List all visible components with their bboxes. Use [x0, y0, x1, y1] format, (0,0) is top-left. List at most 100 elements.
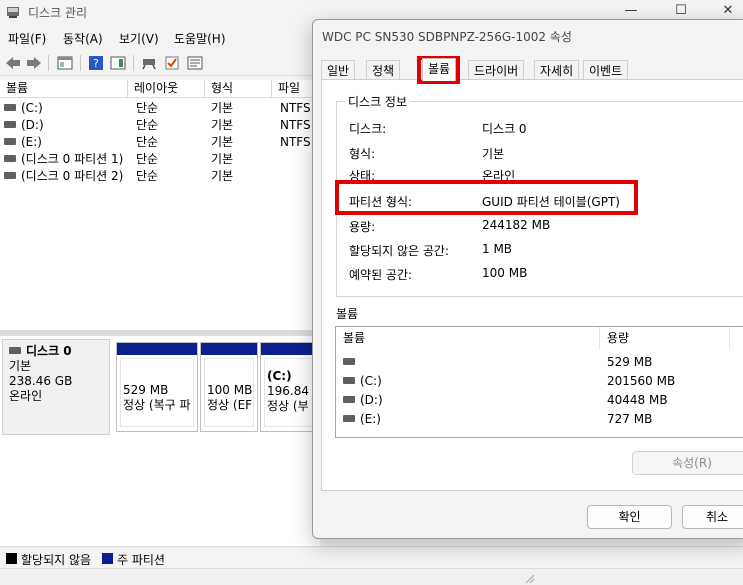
tab-details[interactable]: 자세히 — [534, 60, 580, 80]
column-header-capacity[interactable]: 용량 — [600, 327, 730, 349]
partition-efi[interactable]: 100 MB 정상 (EF — [200, 342, 258, 432]
drive-icon — [343, 396, 355, 403]
drive-icon — [343, 377, 355, 384]
volume-layout: 단순 — [136, 169, 159, 183]
tab-general[interactable]: 일반 — [321, 60, 356, 80]
properties-button[interactable]: 속성(R) — [632, 451, 743, 475]
volume-name: (C:) — [360, 374, 382, 388]
back-arrow-icon[interactable] — [4, 54, 22, 72]
disk-name: 디스크 0 — [26, 344, 72, 358]
info-label-unallocated: 할당되지 않은 공간: — [349, 244, 449, 258]
info-value-reserved: 100 MB — [482, 266, 528, 280]
ok-button[interactable]: 확인 — [587, 505, 672, 529]
volume-name: (D:) — [21, 118, 44, 132]
volume-name: (디스크 0 파티션 2) — [21, 169, 124, 183]
column-header-volume[interactable]: 볼륨 — [0, 80, 128, 98]
disk-graphical-view: 디스크 0 기본 238.46 GB 온라인 529 MB 정상 (복구 파 1… — [0, 336, 322, 546]
help-icon[interactable]: ? — [87, 54, 105, 72]
properties-list-icon[interactable] — [186, 54, 204, 72]
status-bar — [0, 568, 743, 585]
volumes-table[interactable]: 볼륨 용량 529 MB (C:) 201560 MB (D:) 40448 M… — [335, 326, 743, 438]
partition-status: 정상 (복구 파 — [123, 398, 191, 412]
tab-volumes[interactable]: 볼륨 — [422, 58, 457, 81]
volume-layout: 단순 — [136, 101, 159, 115]
volume-type: 기본 — [211, 169, 234, 183]
partition-recovery[interactable]: 529 MB 정상 (복구 파 — [116, 342, 198, 432]
menu-help[interactable]: 도움말(H) — [174, 30, 226, 47]
column-header-layout[interactable]: 레이아웃 — [128, 80, 205, 98]
legend-unallocated: 할당되지 않음 — [21, 553, 92, 567]
disk-icon — [9, 347, 21, 354]
menu-view[interactable]: 보기(V) — [119, 30, 159, 47]
tab-events[interactable]: 이벤트 — [583, 60, 629, 80]
legend-bar: 할당되지 않음 주 파티션 — [0, 546, 743, 568]
minimize-button[interactable]: — — [616, 2, 646, 20]
highlight-partition-style — [335, 180, 638, 215]
legend-primary: 주 파티션 — [117, 553, 165, 567]
volume-layout: 단순 — [136, 135, 159, 149]
volume-layout: 단순 — [136, 152, 159, 166]
volume-name: (D:) — [360, 393, 383, 407]
check-icon[interactable] — [163, 54, 181, 72]
dialog-tab-strip: 일반 정책 볼륨 드라이버 자세히 이벤트 — [321, 58, 743, 81]
close-button[interactable]: ✕ — [713, 2, 743, 20]
volume-capacity: 40448 MB — [607, 393, 668, 407]
drive-icon — [343, 415, 355, 422]
svg-text:?: ? — [93, 57, 99, 70]
partition-strip — [117, 343, 197, 355]
volumes-section-title: 볼륨 — [336, 307, 359, 321]
drive-icon — [4, 104, 16, 111]
volume-layout: 단순 — [136, 118, 159, 132]
volume-name: (E:) — [360, 412, 381, 426]
legend-swatch-primary — [102, 553, 113, 564]
volume-capacity: 201560 MB — [607, 374, 676, 388]
tab-policies[interactable]: 정책 — [366, 60, 401, 80]
volume-name: (C:) — [21, 101, 43, 115]
disk-kind: 기본 — [9, 359, 32, 373]
info-label-disk: 디스크: — [349, 122, 387, 136]
drive-icon — [4, 121, 16, 128]
column-header-volume[interactable]: 볼륨 — [336, 327, 600, 349]
forward-arrow-icon[interactable] — [25, 54, 43, 72]
info-label-reserved: 예약된 공간: — [349, 268, 413, 282]
drive-icon — [4, 155, 16, 162]
maximize-button[interactable]: ☐ — [666, 2, 696, 20]
menu-file[interactable]: 파일(F) — [8, 30, 46, 47]
info-value-capacity: 244182 MB — [482, 218, 551, 232]
connect-drive-icon[interactable] — [140, 54, 158, 72]
volume-filesystem: NTFS — [280, 118, 311, 132]
volume-capacity: 727 MB — [607, 412, 653, 426]
window-title: 디스크 관리 — [28, 6, 88, 20]
toolbar-divider — [133, 55, 134, 71]
partition-strip — [201, 343, 257, 355]
disk-label[interactable]: 디스크 0 기본 238.46 GB 온라인 — [2, 339, 110, 435]
partition-c[interactable]: (C:) 196.84 G 정상 (부 — [260, 342, 322, 432]
drive-icon — [343, 358, 355, 365]
partition-strip — [261, 343, 319, 355]
tab-driver[interactable]: 드라이버 — [468, 60, 525, 80]
volume-name: (E:) — [21, 135, 42, 149]
volume-type: 기본 — [211, 118, 234, 132]
drive-icon — [4, 138, 16, 145]
legend-swatch-unallocated — [6, 553, 17, 564]
info-value-disk: 디스크 0 — [482, 122, 527, 136]
drive-icon — [4, 172, 16, 179]
menu-action[interactable]: 동작(A) — [63, 30, 103, 47]
volume-type: 기본 — [211, 135, 234, 149]
disk-status: 온라인 — [9, 389, 43, 403]
info-label-type: 형식: — [349, 147, 376, 161]
disk-size: 238.46 GB — [9, 374, 73, 388]
volume-type: 기본 — [211, 101, 234, 115]
console-tree-icon[interactable] — [56, 54, 74, 72]
info-value-unallocated: 1 MB — [482, 242, 513, 256]
resize-grip-icon[interactable] — [523, 572, 535, 584]
action-pane-icon[interactable] — [109, 54, 127, 72]
column-header-type[interactable]: 형식 — [205, 80, 272, 98]
volume-type: 기본 — [211, 152, 234, 166]
disk-management-app-icon — [7, 7, 19, 18]
partition-size: 529 MB — [123, 383, 169, 397]
volume-list[interactable]: 볼륨 레이아웃 형식 파일 (C:) 단순 기본 NTFS (D:) 단순 기본… — [0, 80, 320, 330]
disk-info-group-title: 디스크 정보 — [345, 93, 411, 110]
toolbar-divider — [80, 55, 81, 71]
cancel-button[interactable]: 취소 — [682, 505, 743, 529]
